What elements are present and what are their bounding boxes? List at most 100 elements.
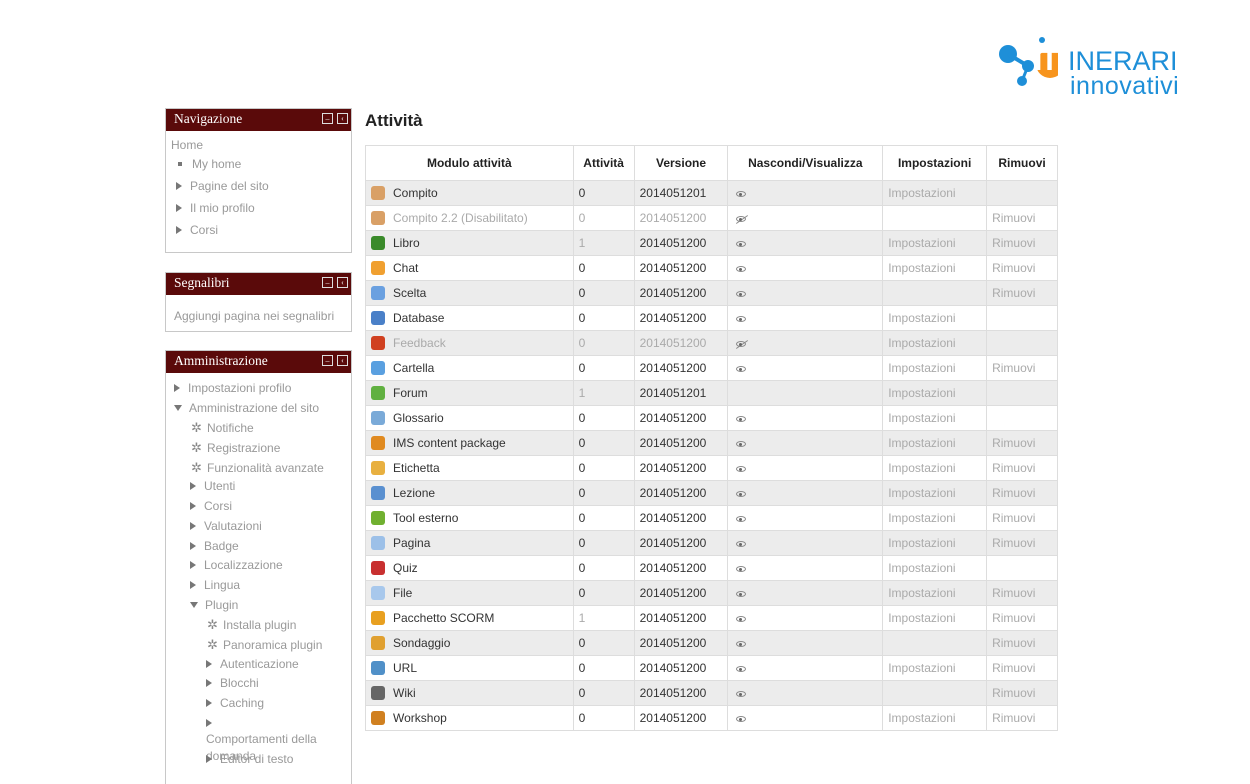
admin-tree-item[interactable]: Utenti <box>190 477 347 497</box>
version-cell: 2014051200 <box>633 230 729 256</box>
eye-icon[interactable] <box>736 665 747 672</box>
admin-tree-item[interactable]: Amministrazione del sito <box>174 399 347 419</box>
collapse-icon[interactable]: – <box>322 277 333 288</box>
expand-arrow-icon <box>190 561 196 570</box>
eye-icon[interactable] <box>736 715 747 722</box>
dock-icon[interactable]: ‹ <box>337 113 348 124</box>
admin-tree-item[interactable]: Impostazioni profilo <box>174 379 347 399</box>
remove-link[interactable]: Rimuovi <box>986 530 1058 556</box>
settings-link[interactable]: Impostazioni <box>882 255 988 281</box>
settings-link[interactable]: Impostazioni <box>882 480 988 506</box>
dock-icon[interactable]: ‹ <box>337 277 348 288</box>
nav-home-link[interactable]: Home <box>171 137 345 153</box>
activity-count-cell[interactable]: 1 <box>572 230 635 256</box>
admin-tree-item[interactable]: Corsi <box>190 497 347 517</box>
remove-link[interactable]: Rimuovi <box>986 705 1058 731</box>
settings-link[interactable]: Impostazioni <box>882 705 988 731</box>
eye-slash-icon[interactable] <box>736 215 747 222</box>
nav-item-my-profile[interactable]: Il mio profilo <box>176 197 345 219</box>
module-name: IMS content package <box>393 436 506 450</box>
collapse-icon[interactable]: – <box>322 113 333 124</box>
admin-tree-item[interactable]: ✲ Installa plugin <box>206 615 347 635</box>
remove-link[interactable]: Rimuovi <box>986 605 1058 631</box>
site-logo[interactable]: IT INERARI innovativi <box>998 34 1208 104</box>
eye-icon[interactable] <box>736 315 747 322</box>
admin-tree-item[interactable]: ✲ Funzionalità avanzate <box>190 458 347 478</box>
admin-tree-item[interactable]: Comportamenti della domanda <box>206 714 347 763</box>
remove-link[interactable]: Rimuovi <box>986 505 1058 531</box>
eye-icon[interactable] <box>736 565 747 572</box>
settings-link[interactable]: Impostazioni <box>882 605 988 631</box>
settings-link[interactable]: Impostazioni <box>882 405 988 431</box>
settings-link[interactable]: Impostazioni <box>882 530 988 556</box>
dock-icon[interactable]: ‹ <box>337 355 348 366</box>
settings-link[interactable]: Impostazioni <box>882 305 988 331</box>
eye-icon[interactable] <box>736 540 747 547</box>
settings-link[interactable]: Impostazioni <box>882 355 988 381</box>
eye-icon[interactable] <box>736 515 747 522</box>
remove-link[interactable]: Rimuovi <box>986 655 1058 681</box>
version-cell: 2014051200 <box>633 630 729 656</box>
admin-tree-item[interactable]: Blocchi <box>206 674 347 694</box>
remove-link[interactable]: Rimuovi <box>986 230 1058 256</box>
remove-link[interactable]: Rimuovi <box>986 430 1058 456</box>
admin-tree-item[interactable]: Localizzazione <box>190 556 347 576</box>
settings-link[interactable]: Impostazioni <box>882 180 988 206</box>
settings-link[interactable]: Impostazioni <box>882 455 988 481</box>
eye-icon[interactable] <box>736 490 747 497</box>
module-icon <box>371 311 385 325</box>
nav-item-site-pages[interactable]: Pagine del sito <box>176 175 345 197</box>
remove-link[interactable]: Rimuovi <box>986 355 1058 381</box>
admin-tree-item[interactable]: Plugin <box>190 596 347 616</box>
module-name-cell: File <box>365 580 574 606</box>
settings-link[interactable]: Impostazioni <box>882 580 988 606</box>
settings-link[interactable]: Impostazioni <box>882 380 988 406</box>
remove-link[interactable]: Rimuovi <box>986 255 1058 281</box>
eye-icon[interactable] <box>736 640 747 647</box>
collapse-icon[interactable]: – <box>322 355 333 366</box>
remove-link[interactable]: Rimuovi <box>986 580 1058 606</box>
eye-icon[interactable] <box>736 240 747 247</box>
eye-icon[interactable] <box>736 190 747 197</box>
settings-link[interactable]: Impostazioni <box>882 555 988 581</box>
visibility-cell <box>727 180 884 206</box>
settings-link[interactable]: Impostazioni <box>882 505 988 531</box>
settings-link <box>882 280 988 306</box>
admin-tree-item[interactable]: Autenticazione <box>206 655 347 675</box>
eye-icon[interactable] <box>736 265 747 272</box>
eye-icon[interactable] <box>736 590 747 597</box>
activity-count-cell[interactable]: 1 <box>572 605 635 631</box>
remove-link[interactable]: Rimuovi <box>986 480 1058 506</box>
module-name-cell: Forum <box>365 380 574 406</box>
remove-link[interactable]: Rimuovi <box>986 680 1058 706</box>
nav-item-courses[interactable]: Corsi <box>176 219 345 241</box>
settings-link[interactable]: Impostazioni <box>882 430 988 456</box>
eye-icon[interactable] <box>736 615 747 622</box>
admin-tree-item[interactable]: Caching <box>206 694 347 714</box>
remove-link[interactable]: Rimuovi <box>986 205 1058 231</box>
remove-link[interactable]: Rimuovi <box>986 280 1058 306</box>
admin-tree-item[interactable]: ✲ Registrazione <box>190 438 347 458</box>
navigation-block-title: Navigazione <box>174 111 243 126</box>
settings-link[interactable]: Impostazioni <box>882 655 988 681</box>
nav-item-my-home[interactable]: My home <box>176 153 345 175</box>
admin-tree-item[interactable]: ✲ Panoramica plugin <box>206 635 347 655</box>
admin-tree-item[interactable]: Valutazioni <box>190 517 347 537</box>
settings-link[interactable]: Impostazioni <box>882 230 988 256</box>
eye-icon[interactable] <box>736 690 747 697</box>
admin-tree-item[interactable]: ✲ Notifiche <box>190 418 347 438</box>
add-bookmark-link[interactable]: Aggiungi pagina nei segnalibri <box>174 309 334 323</box>
admin-tree-item[interactable]: Badge <box>190 537 347 557</box>
remove-link[interactable]: Rimuovi <box>986 455 1058 481</box>
activity-count-cell[interactable]: 1 <box>572 380 635 406</box>
eye-icon[interactable] <box>736 290 747 297</box>
remove-link[interactable]: Rimuovi <box>986 630 1058 656</box>
settings-link[interactable]: Impostazioni <box>882 330 988 356</box>
module-name: Etichetta <box>393 461 440 475</box>
eye-icon[interactable] <box>736 365 747 372</box>
eye-icon[interactable] <box>736 465 747 472</box>
eye-icon[interactable] <box>736 440 747 447</box>
eye-slash-icon[interactable] <box>736 340 747 347</box>
eye-icon[interactable] <box>736 415 747 422</box>
admin-tree-item[interactable]: Lingua <box>190 576 347 596</box>
